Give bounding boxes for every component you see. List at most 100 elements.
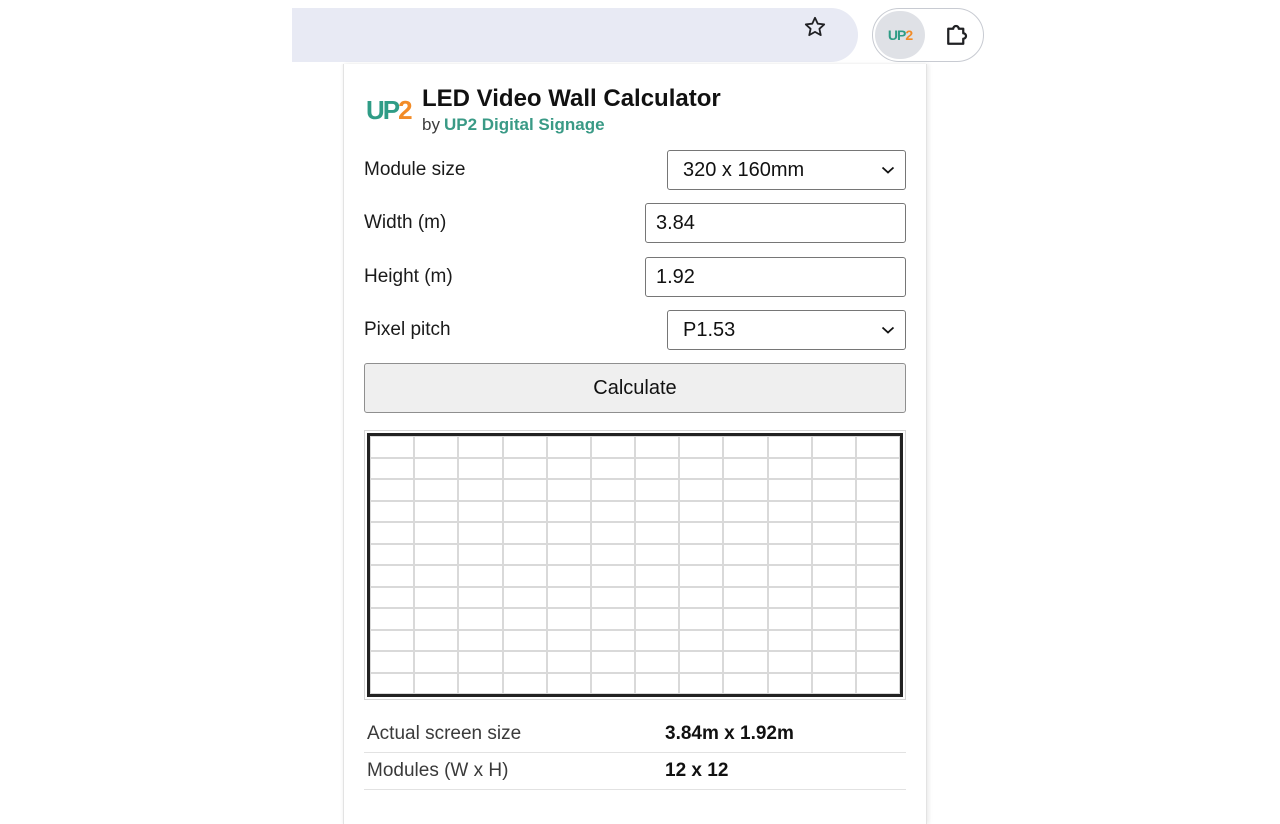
module-cell [811,500,856,522]
module-cell [811,436,856,458]
module-cell [767,586,812,608]
chevron-down-icon [881,326,895,334]
module-cell [414,479,459,501]
module-cell [679,629,724,651]
module-cell [679,565,724,587]
module-cell [855,479,900,501]
module-cell [635,500,680,522]
brand-link[interactable]: UP2 Digital Signage [444,115,605,134]
chevron-down-icon [881,166,895,174]
height-input[interactable] [645,257,906,297]
module-cell [635,457,680,479]
module-cell [855,436,900,458]
module-cell [635,629,680,651]
module-size-select[interactable]: 320 x 160mm [667,150,906,190]
module-cell [370,436,415,458]
module-cell [723,479,768,501]
address-bar[interactable] [292,8,858,62]
module-cell [855,457,900,479]
calculator-popup: UP 2 LED Video Wall Calculator by UP2 Digi… [343,64,927,824]
module-cell [546,608,591,630]
module-grid [367,433,903,697]
result-label: Actual screen size [367,723,522,744]
module-cell [811,608,856,630]
height-label: Height (m) [364,266,453,287]
module-cell [502,500,547,522]
browser-toolbar: UP2 [292,0,988,64]
module-cell [370,457,415,479]
module-cell [502,457,547,479]
module-cell [767,651,812,673]
module-cell [502,629,547,651]
pixel-pitch-label: Pixel pitch [364,319,451,340]
up2-extension-button[interactable]: UP2 [875,11,925,59]
module-cell [458,629,503,651]
module-cell [590,651,635,673]
module-cell [502,522,547,544]
module-cell [723,672,768,694]
module-cell [767,479,812,501]
module-cell [679,479,724,501]
module-cell [502,651,547,673]
module-cell [458,522,503,544]
module-cell [502,565,547,587]
up2-logo-icon: UP2 [887,27,913,43]
byline: by UP2 Digital Signage [422,115,605,134]
module-cell [414,500,459,522]
module-cell [855,522,900,544]
module-cell [414,565,459,587]
extensions-menu-button[interactable] [939,17,975,53]
module-cell [458,543,503,565]
app-title: LED Video Wall Calculator [422,85,721,112]
module-cell [546,436,591,458]
module-cell [811,672,856,694]
module-cell [855,672,900,694]
module-cell [414,629,459,651]
up2-logo: UP 2 [366,94,413,125]
module-cell [679,500,724,522]
module-cell [679,457,724,479]
star-icon [804,16,826,37]
bookmark-star-button[interactable] [796,8,834,46]
module-cell [855,651,900,673]
module-cell [723,543,768,565]
width-input[interactable] [645,203,906,243]
module-cell [590,565,635,587]
module-cell [767,672,812,694]
module-cell [855,500,900,522]
module-cell [767,436,812,458]
module-cell [590,586,635,608]
module-cell [370,672,415,694]
module-cell [370,500,415,522]
height-row: Height (m) [364,257,906,297]
module-cell [811,543,856,565]
module-cell [635,543,680,565]
module-cell [635,479,680,501]
result-row: Actual screen size 3.84m x 1.92m [364,716,906,753]
module-cell [590,479,635,501]
module-cell [458,672,503,694]
module-cell [590,672,635,694]
module-cell [414,436,459,458]
module-cell [370,565,415,587]
pixel-pitch-select[interactable]: P1.53 [667,310,906,350]
module-cell [546,651,591,673]
module-cell [723,522,768,544]
module-cell [458,436,503,458]
module-cell [370,651,415,673]
module-cell [767,629,812,651]
module-cell [458,608,503,630]
module-cell [546,500,591,522]
module-cell [679,522,724,544]
module-cell [811,651,856,673]
module-cell [767,543,812,565]
module-cell [767,457,812,479]
module-cell [679,651,724,673]
calculate-button[interactable]: Calculate [364,363,906,413]
module-cell [546,479,591,501]
module-cell [546,522,591,544]
results-table: Actual screen size 3.84m x 1.92m Modules (… [364,716,906,790]
result-row: Modules (W x H) 12 x 12 [364,753,906,790]
module-cell [635,608,680,630]
module-cell [590,500,635,522]
